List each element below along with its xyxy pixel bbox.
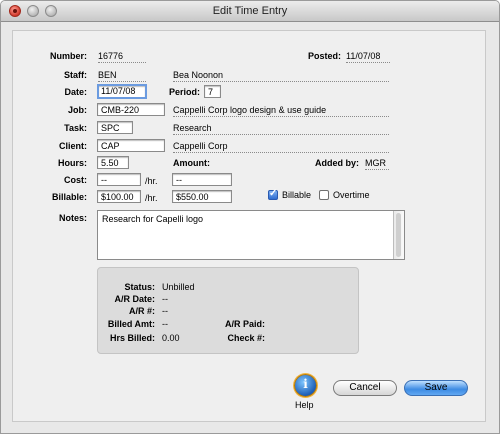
added-by-value: MGR: [365, 158, 389, 170]
number-value: 16776: [98, 51, 146, 63]
posted-label: Posted:: [307, 51, 341, 61]
ar-number-value: --: [162, 306, 168, 316]
amount-label: Amount:: [173, 158, 210, 168]
client-label: Client:: [59, 141, 87, 151]
added-by-label: Added by:: [315, 158, 359, 168]
date-label: Date:: [64, 87, 87, 97]
client-input[interactable]: CAP: [97, 139, 165, 152]
hours-label: Hours:: [58, 158, 87, 168]
task-label: Task:: [64, 123, 87, 133]
job-description: Cappelli Corp logo design & use guide: [173, 105, 389, 117]
hours-billed-value: 0.00: [162, 333, 180, 343]
window-title: Edit Time Entry: [212, 5, 288, 17]
hours-billed-label: Hrs Billed:: [109, 333, 155, 343]
period-label: Period:: [169, 87, 201, 97]
billable-amount-input[interactable]: $550.00: [172, 190, 232, 203]
client-name: Cappelli Corp: [173, 141, 389, 153]
notes-text: Research for Capelli logo: [102, 214, 204, 224]
staff-name: Bea Noonon: [173, 70, 389, 82]
staff-label: Staff:: [64, 70, 87, 80]
staff-value: BEN: [98, 70, 146, 82]
billed-amount-label: Billed Amt:: [107, 319, 155, 329]
billable-checkbox[interactable]: [268, 188, 278, 200]
ar-number-label: A/R #:: [128, 306, 155, 316]
billable-rate-input[interactable]: $100.00: [97, 190, 141, 203]
posted-value: 11/07/08: [346, 51, 390, 63]
help-label: Help: [295, 400, 314, 410]
billable-unit: /hr.: [145, 193, 158, 203]
notes-scrollbar[interactable]: [393, 211, 404, 259]
job-input[interactable]: CMB-220: [97, 103, 165, 116]
status-label: Status:: [124, 282, 155, 292]
task-description: Research: [173, 123, 389, 135]
period-input[interactable]: 7: [204, 85, 221, 98]
scrollbar-thumb[interactable]: [396, 213, 401, 257]
edit-time-entry-window: Edit Time Entry Number: 16776 Posted: 11…: [0, 0, 500, 434]
date-input[interactable]: 11/07/08: [97, 84, 147, 99]
check-number-label: Check #:: [227, 333, 265, 343]
billable-checkbox-label: Billable: [282, 190, 312, 200]
ar-date-value: --: [162, 294, 168, 304]
save-button[interactable]: Save: [404, 380, 468, 396]
ar-paid-label: A/R Paid:: [224, 319, 265, 329]
help-icon[interactable]: i: [294, 374, 317, 397]
number-label: Number:: [49, 51, 87, 61]
ar-date-label: A/R Date:: [114, 294, 155, 304]
cost-label: Cost:: [64, 175, 87, 185]
cost-rate-input[interactable]: --: [97, 173, 141, 186]
overtime-checkbox[interactable]: [319, 190, 329, 200]
overtime-checkbox-label: Overtime: [333, 190, 370, 200]
status-value: Unbilled: [162, 282, 195, 292]
notes-label: Notes:: [58, 213, 87, 223]
cancel-button[interactable]: Cancel: [333, 380, 397, 396]
billed-amount-value: --: [162, 319, 168, 329]
task-input[interactable]: SPC: [97, 121, 133, 134]
title-bar[interactable]: Edit Time Entry: [1, 1, 499, 22]
notes-textarea[interactable]: Research for Capelli logo: [97, 210, 405, 260]
cost-amount-input[interactable]: --: [172, 173, 232, 186]
cost-unit: /hr.: [145, 176, 158, 186]
hours-input[interactable]: 5.50: [97, 156, 129, 169]
job-label: Job:: [68, 105, 87, 115]
billable-label: Billable:: [51, 192, 87, 202]
